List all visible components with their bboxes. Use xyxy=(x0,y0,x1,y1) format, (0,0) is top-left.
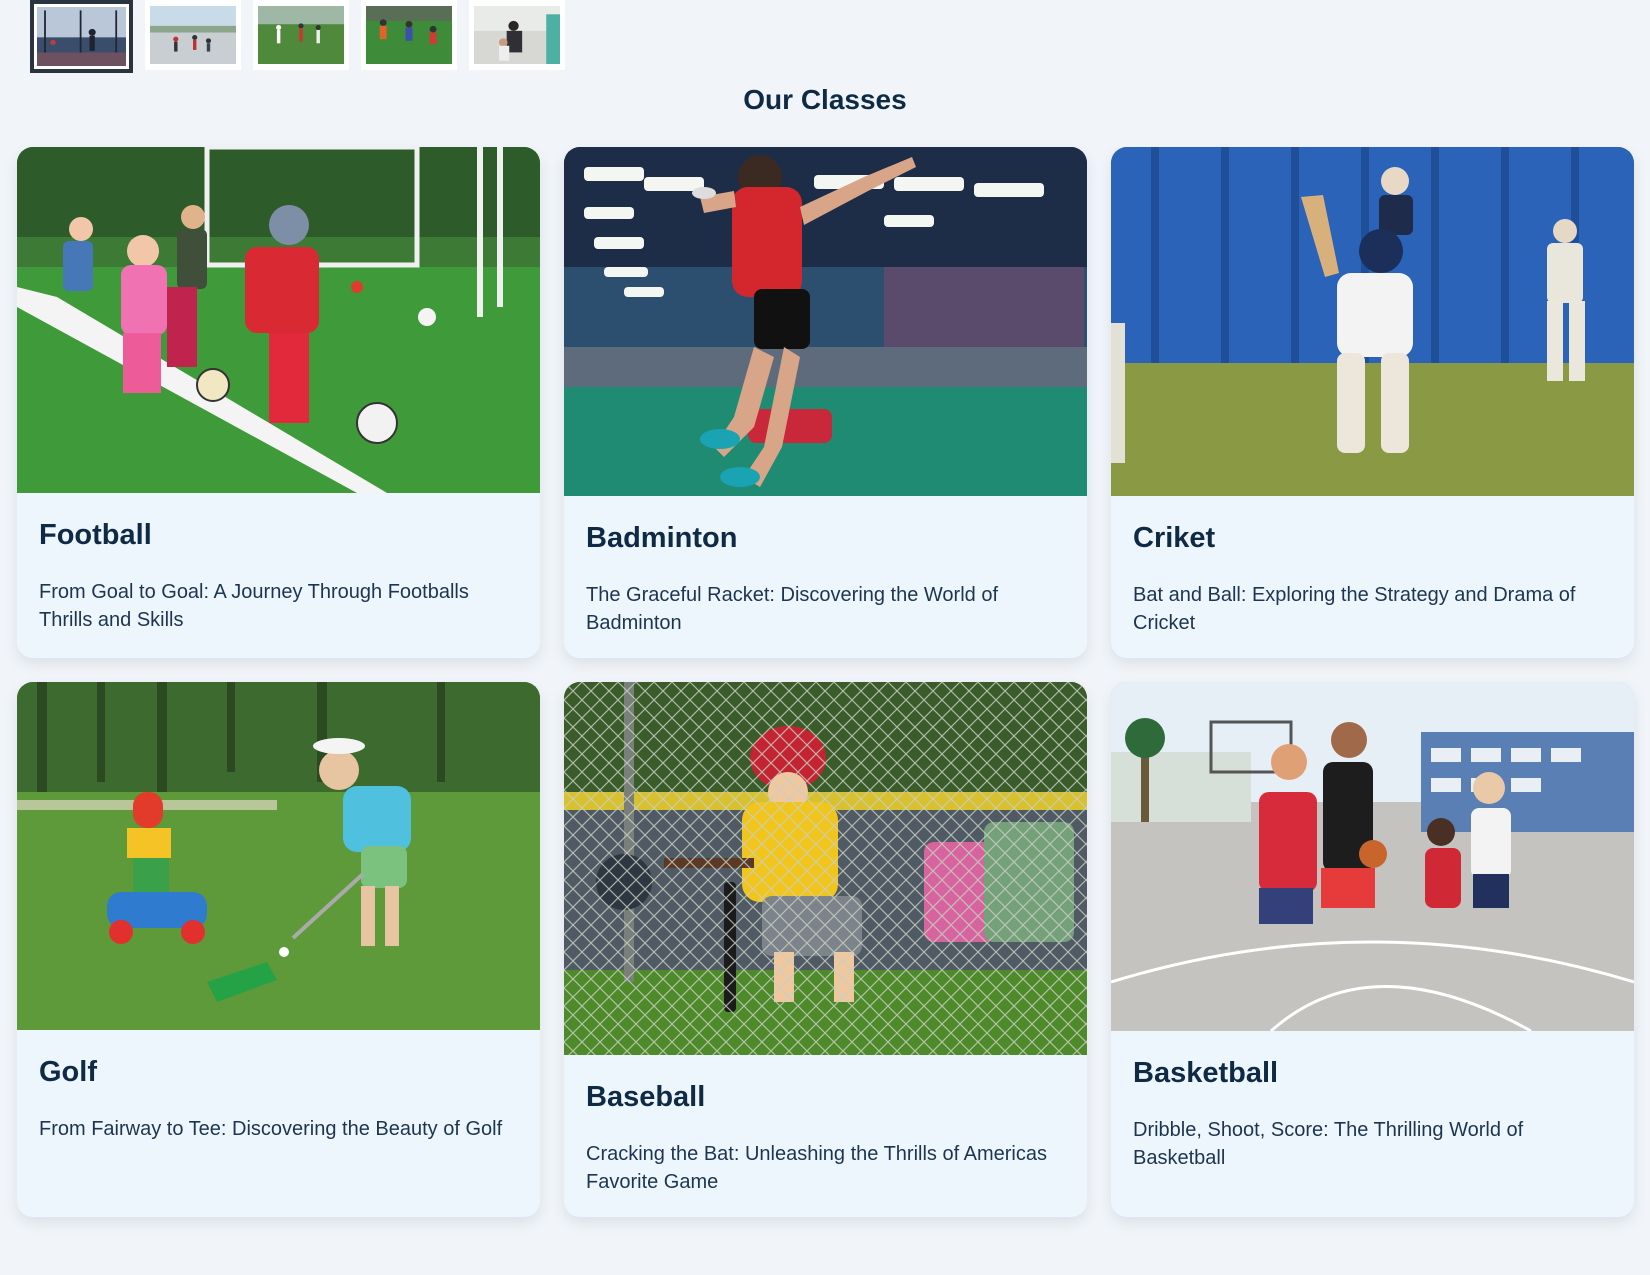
football-photo xyxy=(17,147,540,493)
thumbnail-1[interactable] xyxy=(30,0,133,73)
thumbnail-1-image xyxy=(37,7,126,66)
class-description: Cracking the Bat: Unleashing the Thrills… xyxy=(586,1143,1047,1193)
basketball-photo xyxy=(1111,682,1634,1031)
class-description: From Fairway to Tee: Discovering the Bea… xyxy=(39,1118,503,1140)
thumbnail-5[interactable] xyxy=(469,0,565,70)
golf-photo xyxy=(17,682,540,1030)
thumbnail-strip xyxy=(30,0,565,73)
class-card-badminton[interactable]: Badminton The Graceful Racket: Discoveri… xyxy=(564,147,1087,658)
class-card-basketball[interactable]: Basketball Dribble, Shoot, Score: The Th… xyxy=(1111,682,1634,1217)
class-title: Basketball xyxy=(1133,1057,1279,1089)
thumbnail-3-image xyxy=(258,6,344,64)
class-title: Criket xyxy=(1133,522,1216,554)
section-title: Our Classes xyxy=(743,84,907,115)
thumbnail-4-image xyxy=(366,6,452,64)
class-card-golf[interactable]: Golf From Fairway to Tee: Discovering th… xyxy=(17,682,540,1217)
thumbnail-2-image xyxy=(150,6,236,64)
class-description: The Graceful Racket: Discovering the Wor… xyxy=(586,584,999,634)
class-title: Baseball xyxy=(586,1081,706,1113)
cricket-photo xyxy=(1111,147,1634,496)
badminton-photo xyxy=(564,147,1087,496)
class-description: From Goal to Goal: A Journey Through Foo… xyxy=(39,581,469,631)
class-card-football[interactable]: Football From Goal to Goal: A Journey Th… xyxy=(17,147,540,658)
class-title: Badminton xyxy=(586,522,738,554)
class-description: Bat and Ball: Exploring the Strategy and… xyxy=(1133,584,1576,634)
thumbnail-3[interactable] xyxy=(253,0,349,70)
class-card-cricket[interactable]: Criket Bat and Ball: Exploring the Strat… xyxy=(1111,147,1634,658)
thumbnail-5-image xyxy=(474,6,560,64)
thumbnail-4[interactable] xyxy=(361,0,457,70)
baseball-photo xyxy=(564,682,1087,1055)
class-title: Golf xyxy=(39,1056,97,1088)
class-card-baseball[interactable]: Baseball Cracking the Bat: Unleashing th… xyxy=(564,682,1087,1217)
class-description: Dribble, Shoot, Score: The Thrilling Wor… xyxy=(1133,1119,1524,1169)
thumbnail-2[interactable] xyxy=(145,0,241,70)
class-title: Football xyxy=(39,519,152,551)
